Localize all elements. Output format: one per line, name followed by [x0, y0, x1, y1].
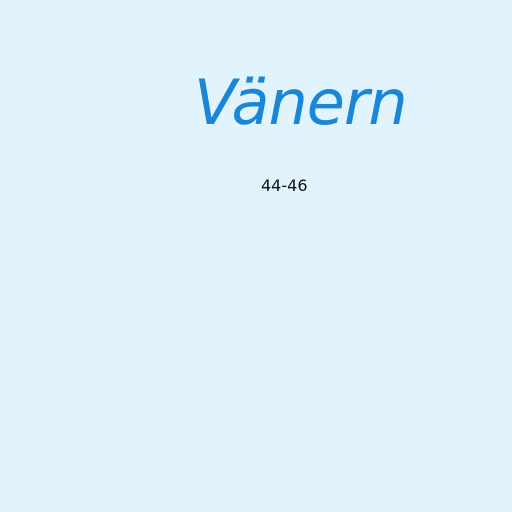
map-canvas[interactable]: Vänern 44-46 [0, 0, 512, 512]
depth-label: 44-46 [261, 176, 308, 195]
lake-name-label: Vänern [194, 66, 408, 139]
